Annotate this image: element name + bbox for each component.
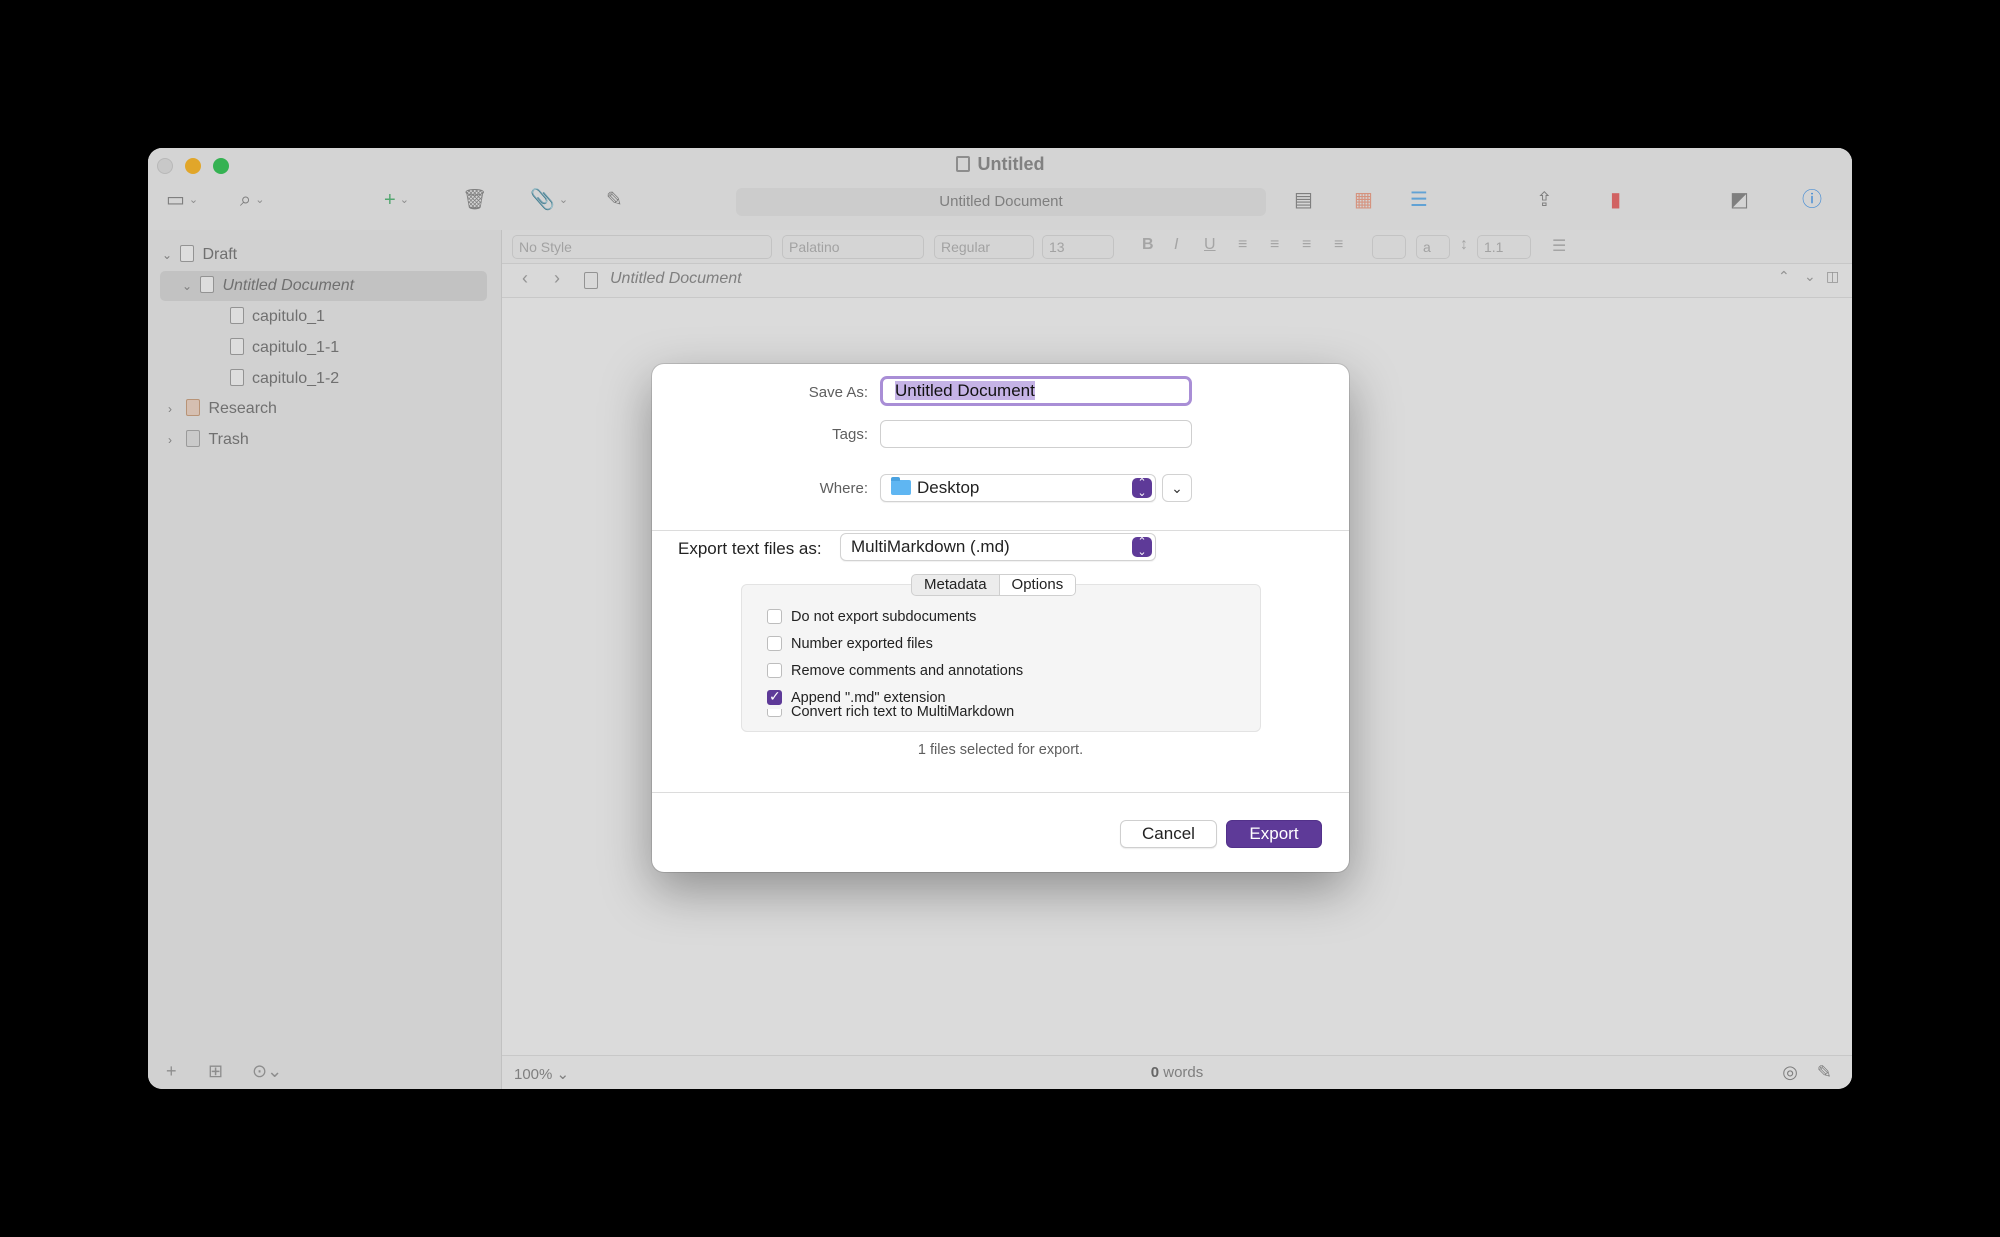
binder-footer: + ⊞ ⊙⌄	[148, 1057, 501, 1089]
binder-sidebar: ⌄ Draft ⌄ Untitled Document capitulo_1 c…	[148, 230, 502, 1089]
checkbox[interactable]	[767, 636, 782, 651]
document-icon	[230, 338, 244, 355]
target-icon[interactable]: ◎	[1782, 1062, 1798, 1083]
binder-item-capitulo-1-1[interactable]: capitulo_1-1	[230, 333, 339, 363]
expand-save-panel-button[interactable]: ⌄	[1162, 474, 1192, 502]
document-icon	[584, 272, 598, 289]
text-color-select[interactable]	[1372, 235, 1406, 259]
files-selected-note: 1 files selected for export.	[917, 742, 1084, 758]
new-folder-icon[interactable]: ⊞	[208, 1061, 223, 1082]
binder-item-untitled-document[interactable]: ⌄ Untitled Document	[160, 271, 487, 301]
corkboard-icon[interactable]: ▦	[1354, 188, 1373, 212]
next-doc-icon[interactable]: ⌄	[1804, 268, 1816, 285]
align-right-icon[interactable]: ≡	[1302, 236, 1311, 254]
font-select[interactable]: Palatino	[782, 235, 924, 259]
binder-item-capitulo-1-2[interactable]: capitulo_1-2	[230, 364, 339, 394]
option-number-files[interactable]: Number exported files	[767, 636, 933, 652]
corkboard-stack-icon[interactable]: ▤	[1294, 188, 1313, 212]
export-dialog: Save As: Untitled Document Tags: Where: …	[652, 364, 1349, 872]
align-left-icon[interactable]: ≡	[1238, 236, 1247, 254]
align-justify-icon[interactable]: ≡	[1334, 236, 1343, 254]
share-icon[interactable]: ⇪	[1536, 188, 1553, 212]
font-weight-select[interactable]: Regular	[934, 235, 1034, 259]
align-center-icon[interactable]: ≡	[1270, 236, 1279, 254]
disclosure-down-icon[interactable]: ⌄	[162, 240, 176, 270]
attachment-icon[interactable]: 📎 ⌄	[530, 188, 568, 212]
line-spacing-icon: ↕	[1460, 236, 1468, 253]
search-icon[interactable]: ⌕ ⌄	[240, 188, 264, 212]
scrivener-doc-icon	[955, 156, 970, 172]
binder-item-research[interactable]: › Research	[168, 394, 277, 424]
window-title: Untitled	[148, 154, 1852, 175]
folder-icon	[891, 477, 911, 495]
document-icon	[230, 369, 244, 386]
editor-header: ‹ › Untitled Document ⌃ ⌄ ◫	[502, 264, 1852, 298]
disclosure-right-icon[interactable]: ›	[168, 425, 182, 455]
italic-button[interactable]: I	[1174, 236, 1178, 254]
options-tabs: Metadata Options	[911, 574, 1077, 596]
add-item-icon[interactable]: + ⌄	[384, 188, 409, 212]
export-button[interactable]: Export	[1226, 820, 1322, 848]
checkbox[interactable]	[767, 609, 782, 624]
disclosure-right-icon[interactable]: ›	[168, 394, 182, 424]
bookmark-icon[interactable]: ▮	[1610, 188, 1621, 212]
popup-stepper-icon: ⌃ ⌄	[1132, 537, 1152, 558]
dialog-divider	[652, 530, 1349, 531]
add-icon[interactable]: +	[166, 1061, 177, 1082]
bold-button[interactable]: B	[1142, 236, 1154, 254]
list-icon[interactable]: ☰	[1552, 236, 1566, 256]
option-remove-comments[interactable]: Remove comments and annotations	[767, 663, 1023, 679]
split-view-icon[interactable]: ◫	[1826, 268, 1839, 285]
status-bar: 100% ⌄ 0 words ◎ ✎	[502, 1055, 1852, 1089]
composition-mode-icon[interactable]: ◩	[1730, 188, 1749, 212]
checkbox[interactable]	[767, 663, 782, 678]
export-format-label: Export text files as:	[678, 539, 822, 558]
option-convert-rich-text[interactable]: Convert rich text to MultiMarkdown	[767, 704, 1014, 720]
checkbox[interactable]	[767, 709, 782, 717]
tags-label: Tags:	[832, 426, 868, 443]
save-as-input[interactable]: Untitled Document	[880, 376, 1192, 406]
sidebar-toggle-icon[interactable]: ▭ ⌄	[166, 188, 198, 212]
toolbar-document-title[interactable]: Untitled Document	[736, 188, 1266, 216]
compose-icon[interactable]: ✎	[606, 188, 623, 212]
highlight-select[interactable]: a	[1416, 235, 1450, 259]
underline-button[interactable]: U	[1204, 236, 1216, 254]
previous-doc-icon[interactable]: ⌃	[1778, 268, 1790, 285]
more-options-icon[interactable]: ⊙⌄	[252, 1061, 282, 1082]
option-no-subdocuments[interactable]: Do not export subdocuments	[767, 609, 976, 625]
tags-input[interactable]	[880, 420, 1192, 448]
binder-item-draft[interactable]: ⌄ Draft	[162, 240, 482, 270]
tab-options[interactable]: Options	[998, 575, 1076, 595]
cancel-button[interactable]: Cancel	[1120, 820, 1217, 848]
titlebar: Untitled ▭ ⌄ ⌕ ⌄ + ⌄ 🗑 📎 ⌄ ✎ Untitled Docume…	[148, 148, 1852, 230]
back-icon[interactable]: ‹	[522, 268, 528, 289]
export-format-select[interactable]: MultiMarkdown (.md) ⌃ ⌄	[840, 533, 1156, 561]
header-document-title[interactable]: Untitled Document	[610, 270, 742, 288]
notes-icon[interactable]: ✎	[1817, 1062, 1832, 1083]
save-as-label: Save As:	[808, 384, 868, 401]
trash-folder-icon	[186, 430, 201, 447]
word-count: 0 words	[1150, 1064, 1204, 1081]
trash-icon[interactable]: 🗑	[462, 188, 487, 212]
outline-icon[interactable]: ☰	[1410, 188, 1428, 212]
research-folder-icon	[186, 399, 201, 416]
binder-item-trash[interactable]: › Trash	[168, 425, 249, 455]
forward-icon[interactable]: ›	[554, 268, 560, 289]
checkbox-checked[interactable]	[767, 688, 782, 705]
document-icon	[230, 307, 244, 324]
binder-item-capitulo-1[interactable]: capitulo_1	[230, 302, 325, 332]
where-select[interactable]: Desktop ⌃ ⌄	[880, 474, 1156, 502]
draft-folder-icon	[180, 245, 195, 262]
line-spacing-select[interactable]: 1.1	[1477, 235, 1531, 259]
font-size-select[interactable]: 13	[1042, 235, 1114, 259]
tab-metadata[interactable]: Metadata	[912, 575, 999, 595]
dialog-divider	[652, 792, 1349, 793]
document-icon	[200, 276, 215, 293]
disclosure-down-icon[interactable]: ⌄	[182, 271, 196, 301]
where-label: Where:	[819, 480, 868, 497]
style-select[interactable]: No Style	[512, 235, 772, 259]
format-bar: No Style Palatino Regular 13 B I U ≡ ≡ ≡…	[502, 230, 1852, 264]
popup-stepper-icon: ⌃ ⌄	[1132, 478, 1152, 499]
inspector-info-icon[interactable]: ⓘ	[1802, 188, 1822, 212]
